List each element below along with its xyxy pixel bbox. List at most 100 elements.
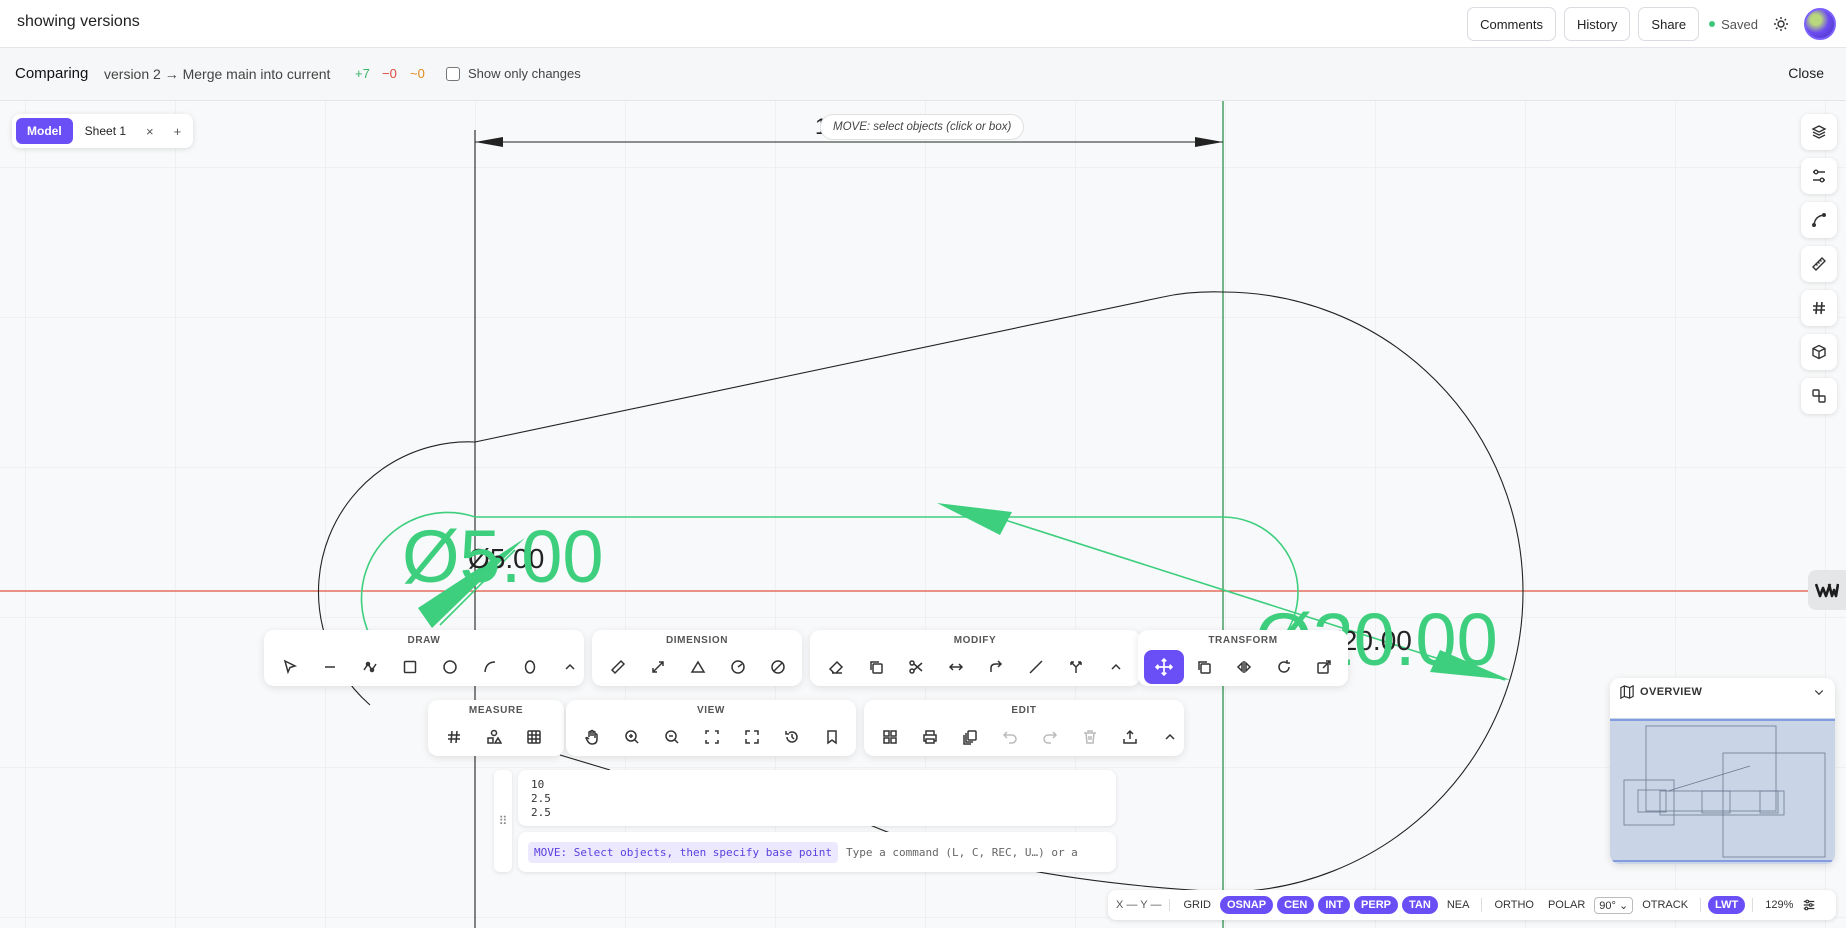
int-toggle[interactable]: INT	[1318, 896, 1351, 914]
zoom-in-icon[interactable]	[612, 720, 652, 754]
add-sheet-icon[interactable]: +	[166, 124, 190, 139]
mirror-icon[interactable]	[1224, 650, 1264, 684]
copy-icon[interactable]	[856, 650, 896, 684]
select-icon[interactable]	[270, 650, 310, 684]
bookmark-icon[interactable]	[812, 720, 852, 754]
blocks-icon[interactable]	[1801, 378, 1837, 414]
chevron-up-icon[interactable]	[1096, 650, 1136, 684]
layers-icon[interactable]	[1801, 114, 1837, 150]
toolbar-modify-title: MODIFY	[953, 635, 997, 646]
comments-button[interactable]: Comments	[1467, 7, 1556, 41]
toolbar-draw-title: DRAW	[407, 635, 441, 646]
command-placeholder[interactable]: Type a command (L, C, REC, U…) or a	[846, 846, 1078, 859]
polyline-icon[interactable]	[350, 650, 390, 684]
offset-icon[interactable]	[976, 650, 1016, 684]
lwt-toggle[interactable]: LWT	[1708, 896, 1746, 914]
toolbar-modify: MODIFY	[810, 630, 1140, 686]
ruler-icon[interactable]	[598, 650, 638, 684]
document-title[interactable]: showing versions	[17, 13, 140, 31]
chevron-down-icon[interactable]	[1813, 686, 1825, 698]
layers-copy-icon[interactable]	[950, 720, 990, 754]
tab-model[interactable]: Model	[16, 118, 73, 144]
undo-icon[interactable]	[990, 720, 1030, 754]
pan-hand-icon[interactable]	[572, 720, 612, 754]
brand-logo-icon[interactable]	[1808, 570, 1846, 610]
chevron-up-icon[interactable]	[550, 650, 590, 684]
saved-dot-icon	[1709, 21, 1716, 27]
scissors-icon[interactable]	[896, 650, 936, 684]
avatar[interactable]	[1804, 8, 1836, 40]
polar-angle-value: 90°	[1599, 899, 1616, 912]
stretch-icon[interactable]	[936, 650, 976, 684]
hash-icon[interactable]	[1801, 290, 1837, 326]
history-icon[interactable]	[772, 720, 812, 754]
close-compare-button[interactable]: Close	[1788, 65, 1824, 81]
ellipse-icon[interactable]	[510, 650, 550, 684]
export-icon[interactable]	[1110, 720, 1150, 754]
tab-sheet-1[interactable]: Sheet 1	[77, 118, 134, 144]
grid-icon[interactable]	[870, 720, 910, 754]
command-hint: MOVE: select objects (click or box)	[820, 114, 1025, 140]
ortho-toggle[interactable]: ORTHO	[1489, 896, 1539, 914]
overview-title: OVERVIEW	[1640, 686, 1703, 698]
right-rail	[1801, 114, 1837, 414]
theme-toggle-sun-icon[interactable]	[1766, 9, 1796, 39]
line-icon[interactable]	[310, 650, 350, 684]
move-icon[interactable]	[1144, 650, 1184, 684]
curve-icon[interactable]	[1801, 202, 1837, 238]
redo-icon[interactable]	[1030, 720, 1070, 754]
overview-minimap[interactable]	[1610, 718, 1835, 864]
share-button[interactable]: Share	[1638, 7, 1700, 41]
show-only-changes-toggle[interactable]: Show only changes	[446, 66, 581, 81]
close-sheet-icon[interactable]: ×	[138, 124, 162, 139]
zoom-window-icon[interactable]	[732, 720, 772, 754]
toolbar-edit-title: EDIT	[1011, 705, 1037, 716]
circle-icon[interactable]	[430, 650, 470, 684]
command-drag-handle[interactable]: ⠿	[494, 770, 512, 872]
polar-toggle[interactable]: POLAR	[1543, 896, 1590, 914]
command-prompt: MOVE: Select objects, then specify base …	[528, 841, 839, 863]
scale-icon[interactable]	[1304, 650, 1344, 684]
radius-dim-icon[interactable]	[718, 650, 758, 684]
zoom-extents-icon[interactable]	[692, 720, 732, 754]
properties-sliders-icon[interactable]	[1801, 158, 1837, 194]
otrack-toggle[interactable]: OTRACK	[1637, 896, 1693, 914]
copy-icon[interactable]	[1184, 650, 1224, 684]
tan-toggle[interactable]: TAN	[1402, 896, 1438, 914]
top-actions: Comments History Share Saved	[1467, 6, 1836, 42]
overview-header[interactable]: OVERVIEW	[1610, 678, 1835, 706]
chevron-up-icon[interactable]	[1150, 720, 1190, 754]
history-line: 10	[531, 778, 545, 791]
cube-icon[interactable]	[1801, 334, 1837, 370]
settings-sliders-icon[interactable]	[1802, 898, 1816, 912]
arc-icon[interactable]	[470, 650, 510, 684]
rotate-icon[interactable]	[1264, 650, 1304, 684]
nea-toggle[interactable]: NEA	[1442, 896, 1475, 914]
osnap-toggle[interactable]: OSNAP	[1219, 896, 1274, 914]
print-icon[interactable]	[910, 720, 950, 754]
zoom-out-icon[interactable]	[652, 720, 692, 754]
added-count: +7	[355, 66, 370, 81]
ruler-icon[interactable]	[1801, 246, 1837, 282]
aligned-dim-icon[interactable]	[638, 650, 678, 684]
cen-toggle[interactable]: CEN	[1277, 896, 1315, 914]
shapes-icon[interactable]	[474, 720, 514, 754]
extend-icon[interactable]	[1056, 650, 1096, 684]
compare-version-text: version 2 → Merge main into current	[104, 66, 331, 82]
line-slash-icon[interactable]	[1016, 650, 1056, 684]
history-line: 2.5	[531, 792, 551, 805]
eraser-icon[interactable]	[816, 650, 856, 684]
trash-icon[interactable]	[1070, 720, 1110, 754]
grid-toggle[interactable]: GRID	[1178, 896, 1216, 914]
perp-toggle[interactable]: PERP	[1354, 896, 1399, 914]
grid-hash-icon[interactable]	[434, 720, 474, 754]
command-input[interactable]: MOVE: Select objects, then specify base …	[518, 832, 1116, 872]
history-button[interactable]: History	[1563, 7, 1631, 41]
polar-angle-select[interactable]: 90° ⌄	[1594, 896, 1634, 914]
show-only-changes-checkbox[interactable]	[446, 66, 460, 81]
angle-dim-icon[interactable]	[678, 650, 718, 684]
toolbar-view-title: VIEW	[697, 705, 725, 716]
rectangle-icon[interactable]	[390, 650, 430, 684]
table-icon[interactable]	[514, 720, 554, 754]
diameter-dim-icon[interactable]	[758, 650, 798, 684]
